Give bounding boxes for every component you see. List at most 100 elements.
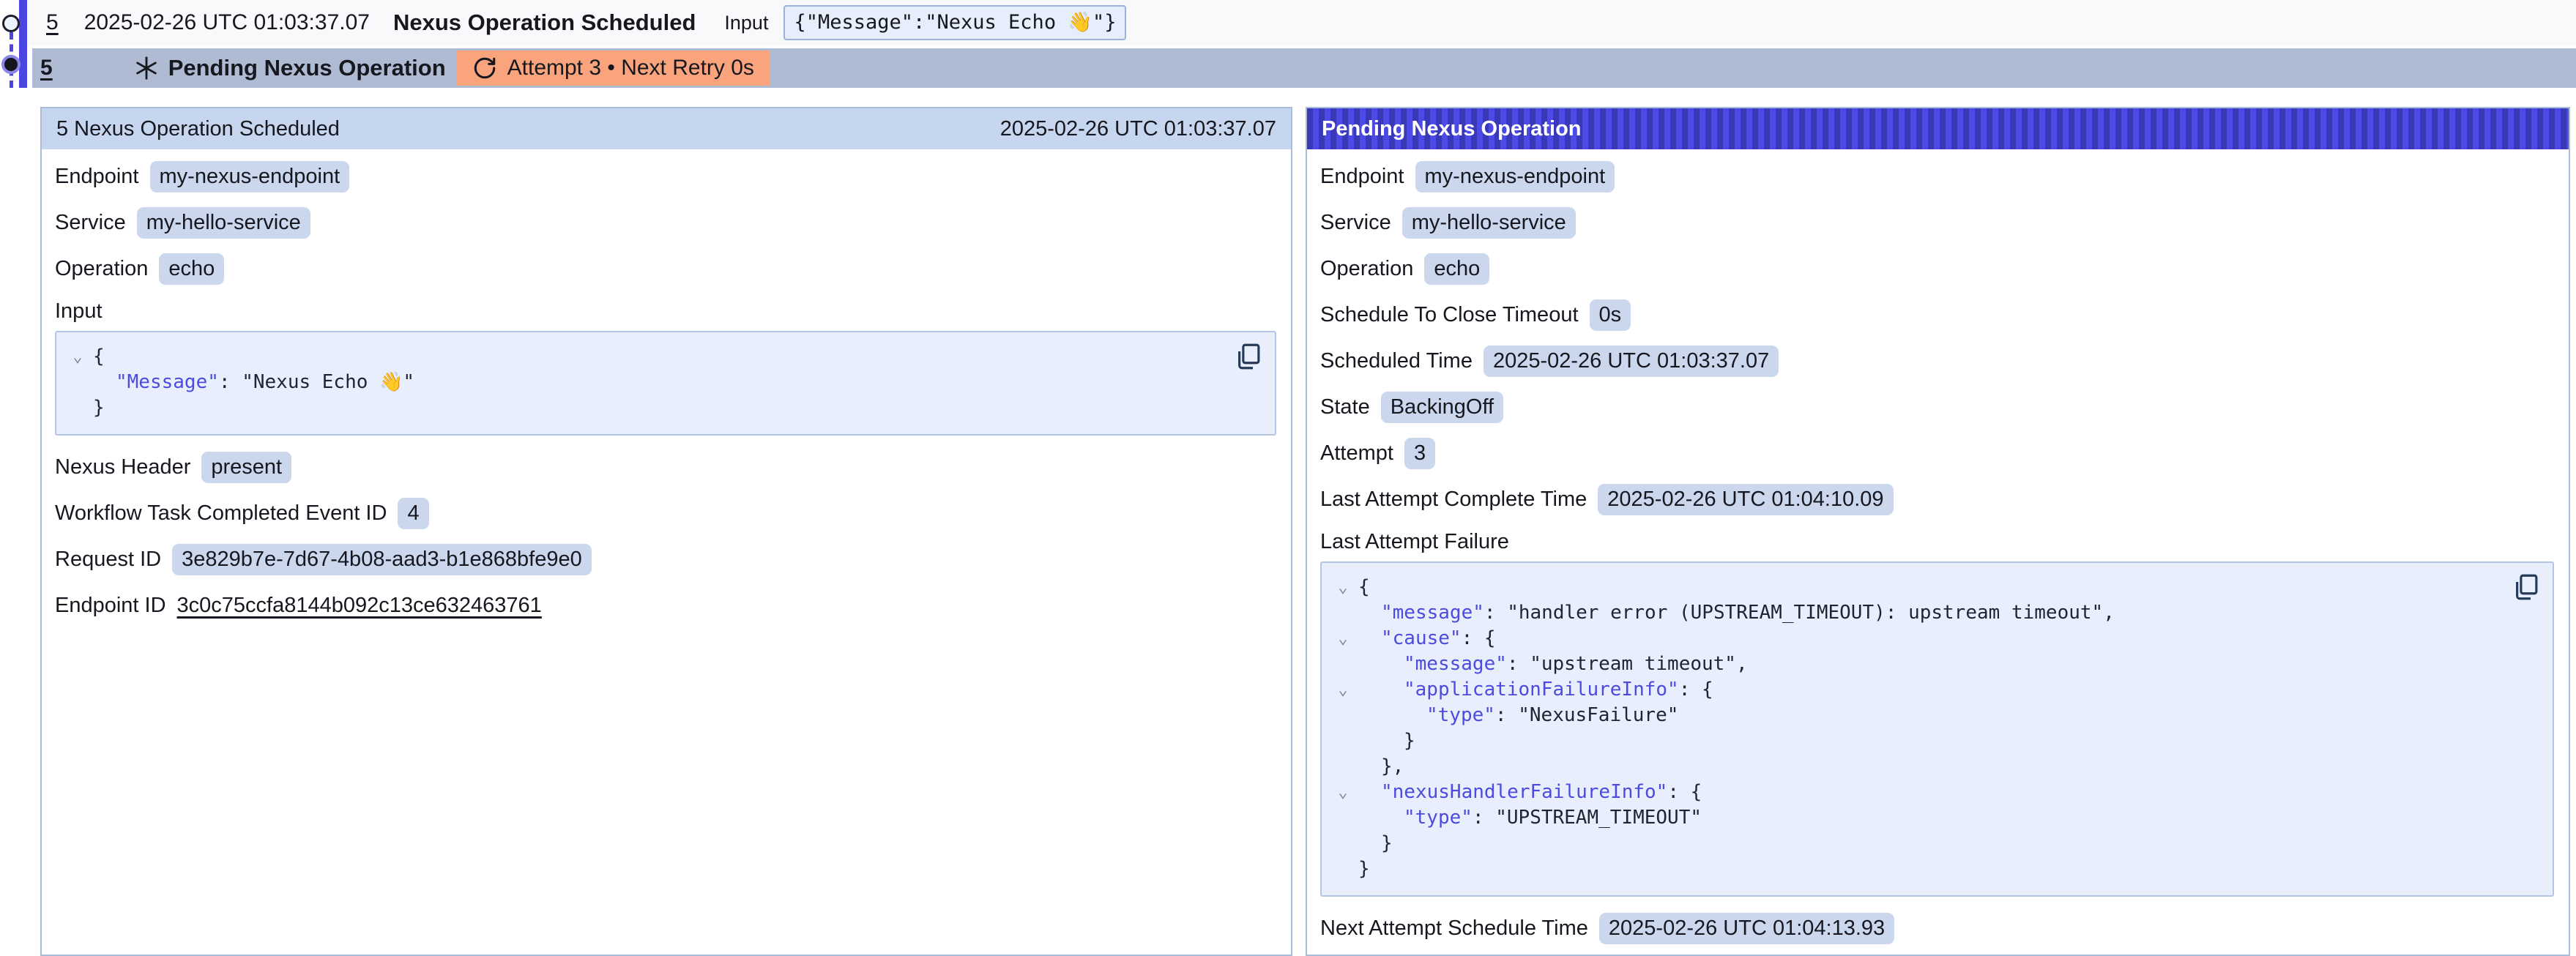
field-endpoint: Endpoint my-nexus-endpoint xyxy=(1320,161,2554,193)
json-line: "type": "NexusFailure" xyxy=(1328,703,2501,728)
field-endpoint-id: Endpoint ID 3c0c75ccfa8144b092c13ce63246… xyxy=(55,590,1276,621)
field-scheduled-time: Scheduled Time 2025-02-26 UTC 01:03:37.0… xyxy=(1320,346,2554,377)
pending-detail-panel: Pending Nexus Operation Endpoint my-nexu… xyxy=(1306,107,2570,956)
json-line: ⌄"nexusHandlerFailureInfo": { xyxy=(1328,780,2501,805)
collapse-chevron-icon[interactable] xyxy=(62,370,93,395)
field-value-badge: 3e829b7e-7d67-4b08-aad3-b1e868bfe9e0 xyxy=(172,544,592,575)
field-nexus-header: Nexus Header present xyxy=(55,452,1276,483)
pending-title: Pending Nexus Operation xyxy=(168,55,446,81)
json-line: } xyxy=(1328,831,2501,856)
event-timestamp: 2025-02-26 UTC 01:03:37.07 xyxy=(84,10,370,35)
field-label: Attempt xyxy=(1320,441,1393,466)
field-label: Last Attempt Complete Time xyxy=(1320,488,1587,512)
endpoint-id-link[interactable]: 3c0c75ccfa8144b092c13ce632463761 xyxy=(177,594,542,618)
scheduled-panel-timestamp: 2025-02-26 UTC 01:03:37.07 xyxy=(1000,117,1276,141)
field-label: Operation xyxy=(1320,257,1413,281)
field-label: Request ID xyxy=(55,548,161,572)
event-title: Nexus Operation Scheduled xyxy=(393,10,696,36)
collapse-chevron-icon[interactable]: ⌄ xyxy=(62,344,93,370)
field-value-badge: echo xyxy=(1424,253,1489,285)
collapse-chevron-icon[interactable] xyxy=(1328,651,1358,677)
collapse-chevron-icon[interactable] xyxy=(1328,754,1358,780)
json-line: } xyxy=(62,395,1224,421)
field-value-badge: 2025-02-26 UTC 01:04:10.09 xyxy=(1598,484,1893,515)
retry-icon xyxy=(472,56,497,81)
json-line: ⌄"applicationFailureInfo": { xyxy=(1328,677,2501,703)
json-line: "message": "handler error (UPSTREAM_TIME… xyxy=(1328,600,2501,626)
field-schedule-to-close-timeout: Schedule To Close Timeout 0s xyxy=(1320,299,2554,331)
timeline-bar xyxy=(19,0,27,88)
scheduled-panel-title: 5 Nexus Operation Scheduled xyxy=(56,117,340,141)
pending-panel-header: Pending Nexus Operation xyxy=(1307,108,2569,149)
field-value-badge: BackingOff xyxy=(1381,392,1503,423)
field-service: Service my-hello-service xyxy=(1320,207,2554,239)
json-line: ⌄{ xyxy=(62,344,1224,370)
event-row-scheduled[interactable]: 5 2025-02-26 UTC 01:03:37.07 Nexus Opera… xyxy=(28,0,2576,45)
field-value-badge: my-hello-service xyxy=(137,207,310,239)
json-line: } xyxy=(1328,856,2501,882)
scheduled-detail-panel: 5 Nexus Operation Scheduled 2025-02-26 U… xyxy=(40,107,1292,956)
collapse-chevron-icon[interactable]: ⌄ xyxy=(1328,626,1358,651)
json-line: "Message": "Nexus Echo 👋" xyxy=(62,370,1224,395)
copy-icon xyxy=(2510,572,2541,602)
collapse-chevron-icon[interactable] xyxy=(1328,728,1358,754)
field-value-badge: echo xyxy=(159,253,224,285)
field-state: State BackingOff xyxy=(1320,392,2554,423)
collapse-chevron-icon[interactable] xyxy=(1328,805,1358,831)
field-value-badge: 2025-02-26 UTC 01:03:37.07 xyxy=(1484,346,1779,377)
event-row-pending[interactable]: 5 Pending Nexus Operation Attempt 3 • Ne… xyxy=(32,48,2576,88)
copy-button[interactable] xyxy=(2510,572,2541,602)
failure-json-viewer: ⌄{ "message": "handler error (UPSTREAM_T… xyxy=(1320,561,2554,897)
collapse-chevron-icon[interactable] xyxy=(62,395,93,421)
event-marker-filled-circle-icon xyxy=(1,55,21,74)
json-line: "message": "upstream timeout", xyxy=(1328,651,2501,677)
pending-event-id-link[interactable]: 5 xyxy=(40,56,53,81)
field-last-attempt-complete-time: Last Attempt Complete Time 2025-02-26 UT… xyxy=(1320,484,2554,515)
collapse-chevron-icon[interactable] xyxy=(1328,856,1358,882)
input-label: Input xyxy=(724,12,768,34)
retry-attempt-badge: Attempt 3 • Next Retry 0s xyxy=(456,51,770,86)
scheduled-panel-body: Endpoint my-nexus-endpoint Service my-he… xyxy=(42,149,1291,621)
collapse-chevron-icon[interactable] xyxy=(1328,831,1358,856)
field-label: Scheduled Time xyxy=(1320,349,1473,373)
field-label: Endpoint ID xyxy=(55,594,166,618)
field-request-id: Request ID 3e829b7e-7d67-4b08-aad3-b1e86… xyxy=(55,544,1276,575)
input-section-label: Input xyxy=(55,299,1276,324)
field-value-badge: 2025-02-26 UTC 01:04:13.93 xyxy=(1599,913,1894,944)
field-value-badge: 3 xyxy=(1404,438,1435,469)
failure-section-label: Last Attempt Failure xyxy=(1320,530,2554,554)
field-label: Next Attempt Schedule Time xyxy=(1320,916,1588,941)
field-service: Service my-hello-service xyxy=(55,207,1276,239)
collapse-chevron-icon[interactable]: ⌄ xyxy=(1328,575,1358,600)
field-label: Service xyxy=(1320,211,1391,235)
pending-panel-title: Pending Nexus Operation xyxy=(1322,117,1582,141)
field-label: Endpoint xyxy=(1320,165,1404,189)
copy-button[interactable] xyxy=(1232,341,1263,372)
field-value-badge: my-hello-service xyxy=(1402,207,1576,239)
field-value-badge: my-nexus-endpoint xyxy=(150,161,350,193)
scheduled-panel-header: 5 Nexus Operation Scheduled 2025-02-26 U… xyxy=(42,108,1291,149)
retry-badge-text: Attempt 3 • Next Retry 0s xyxy=(507,56,754,81)
field-value-badge: my-nexus-endpoint xyxy=(1415,161,1615,193)
field-workflow-task-completed-event-id: Workflow Task Completed Event ID 4 xyxy=(55,498,1276,529)
detail-panels: 5 Nexus Operation Scheduled 2025-02-26 U… xyxy=(40,107,2570,956)
input-json-viewer: ⌄{ "Message": "Nexus Echo 👋" } xyxy=(55,331,1276,436)
collapse-chevron-icon[interactable]: ⌄ xyxy=(1328,677,1358,703)
field-label: State xyxy=(1320,395,1370,419)
event-marker-open-circle-icon xyxy=(2,15,20,32)
collapse-chevron-icon[interactable] xyxy=(1328,703,1358,728)
copy-icon xyxy=(1232,341,1263,372)
pending-panel-body: Endpoint my-nexus-endpoint Service my-he… xyxy=(1307,149,2569,944)
field-value-badge: 4 xyxy=(398,498,428,529)
collapse-chevron-icon[interactable] xyxy=(1328,600,1358,626)
json-line: "type": "UPSTREAM_TIMEOUT" xyxy=(1328,805,2501,831)
field-operation: Operation echo xyxy=(1320,253,2554,285)
field-label: Workflow Task Completed Event ID xyxy=(55,501,387,526)
field-label: Endpoint xyxy=(55,165,139,189)
field-next-attempt-schedule-time: Next Attempt Schedule Time 2025-02-26 UT… xyxy=(1320,913,2554,944)
collapse-chevron-icon[interactable]: ⌄ xyxy=(1328,780,1358,805)
field-endpoint: Endpoint my-nexus-endpoint xyxy=(55,161,1276,193)
field-label: Nexus Header xyxy=(55,455,190,479)
event-id-link[interactable]: 5 xyxy=(46,10,59,35)
field-attempt: Attempt 3 xyxy=(1320,438,2554,469)
